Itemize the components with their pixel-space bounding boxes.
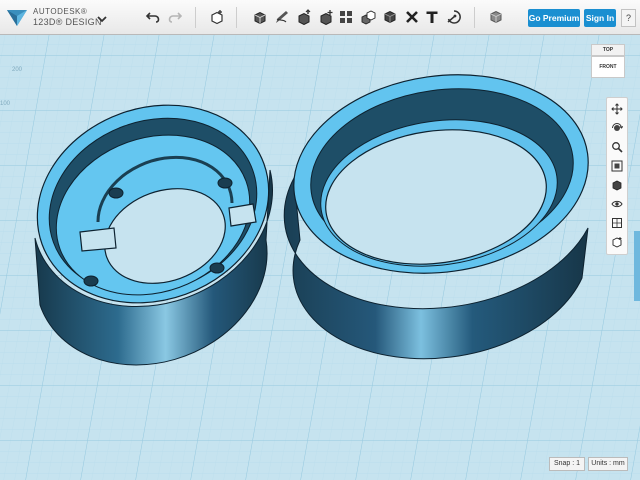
toolbar-separator [236, 7, 237, 28]
measure-icon[interactable] [445, 8, 463, 26]
go-premium-button[interactable]: Go Premium [528, 9, 580, 27]
move-icon[interactable] [317, 8, 335, 26]
undo-icon[interactable] [144, 8, 162, 26]
ruler-label: 200 [12, 67, 23, 73]
toolbar-separator [474, 7, 475, 28]
ruler-label: 100 [0, 101, 11, 107]
app-logo-icon[interactable] [5, 5, 29, 29]
top-toolbar: AUTODESK® 123D® DESIGN Go Premium Sign I… [0, 0, 640, 35]
toolbar-separator [195, 7, 196, 28]
pan-icon[interactable] [610, 102, 624, 116]
shaded-view-icon[interactable] [610, 178, 624, 192]
text-icon[interactable] [423, 8, 441, 26]
grid-icon[interactable] [610, 216, 624, 230]
material-view-icon[interactable] [610, 235, 624, 249]
3d-viewport[interactable]: 200 100 TOP FRONT Snap : 1 Units: mm [0, 35, 640, 480]
navigation-bar [606, 97, 628, 255]
redo-icon[interactable] [166, 8, 184, 26]
sign-in-button[interactable]: Sign In [584, 9, 616, 27]
visibility-icon[interactable] [610, 197, 624, 211]
workplane-scene[interactable] [0, 35, 640, 480]
view-cube-front[interactable]: FRONT [591, 56, 625, 78]
brand-company: AUTODESK® [33, 7, 88, 16]
side-panel-tab[interactable] [634, 231, 640, 301]
zoom-icon[interactable] [610, 140, 624, 154]
modify-icon[interactable] [295, 8, 313, 26]
brand-product: 123D® DESIGN [33, 17, 102, 27]
delete-icon[interactable] [403, 8, 421, 26]
primitives-icon[interactable] [208, 8, 226, 26]
sketch-icon[interactable] [273, 8, 291, 26]
units-setting[interactable]: Units : mm [588, 457, 628, 471]
orbit-icon[interactable] [610, 121, 624, 135]
fit-icon[interactable] [610, 159, 624, 173]
view-cube-top[interactable]: TOP [591, 44, 625, 56]
material-icon[interactable] [487, 8, 505, 26]
group-icon[interactable] [359, 8, 377, 26]
pattern-icon[interactable] [337, 8, 355, 26]
help-button[interactable]: ? [621, 9, 636, 27]
construct-icon[interactable] [251, 8, 269, 26]
snap-setting[interactable]: Snap : 1 [549, 457, 585, 471]
chevron-down-icon[interactable] [96, 12, 108, 24]
combine-icon[interactable] [381, 8, 399, 26]
view-cube[interactable]: TOP FRONT [591, 44, 625, 78]
app-brand: AUTODESK® 123D® DESIGN [33, 7, 102, 27]
